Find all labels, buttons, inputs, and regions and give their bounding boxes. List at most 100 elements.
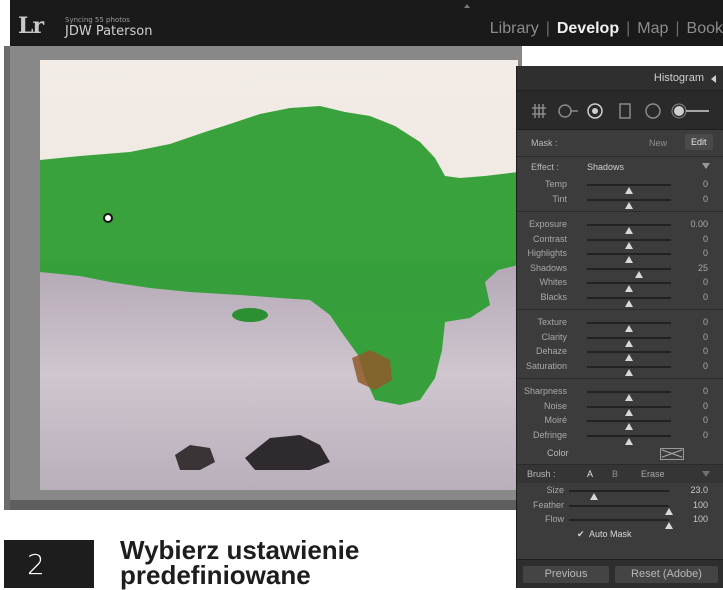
slider-label: Temp	[544, 179, 567, 189]
slider-value[interactable]: 0	[703, 332, 708, 342]
slider-value[interactable]: 0	[703, 317, 708, 327]
slider-row: Tint 0	[517, 192, 723, 209]
photo-preview[interactable]	[40, 60, 518, 490]
color-row: Color	[517, 442, 723, 464]
slider-track[interactable]	[587, 434, 671, 445]
slider-label: Exposure	[528, 219, 567, 229]
step-title: Wybierz ustawienie predefiniowane	[120, 535, 360, 590]
slider-value[interactable]: 100	[693, 500, 708, 510]
slider-value[interactable]: 0	[703, 292, 708, 302]
slider-value[interactable]: 0.00	[690, 219, 708, 229]
slider-track[interactable]	[587, 391, 671, 401]
module-library[interactable]: Library	[490, 20, 539, 38]
module-develop[interactable]: Develop	[557, 20, 619, 38]
crop-overlay-icon[interactable]	[531, 103, 547, 119]
slider-value[interactable]: 0	[703, 194, 708, 204]
slider-value[interactable]: 0	[703, 234, 708, 244]
slider-track[interactable]	[587, 224, 671, 234]
auto-mask-row[interactable]: ✔ Auto Mask	[517, 527, 723, 541]
brush-label: Brush :	[527, 469, 556, 479]
divider	[517, 378, 723, 379]
brush-erase-button[interactable]: Erase	[641, 469, 665, 479]
slider-value[interactable]: 0	[703, 361, 708, 371]
slider-label: Texture	[537, 317, 567, 327]
module-separator: |	[675, 20, 680, 37]
step-number: 2	[27, 548, 45, 581]
checkmark-icon[interactable]: ✔	[577, 529, 585, 540]
color-sliders: Temp 0 Tint 0	[517, 177, 723, 209]
slider-label: Moiré	[544, 415, 567, 425]
slider-track[interactable]	[587, 405, 671, 416]
brush-toggle-icon[interactable]	[702, 471, 710, 477]
slider-track[interactable]	[587, 253, 671, 263]
slider-value[interactable]: 0	[703, 248, 708, 258]
adjustment-brush-icon[interactable]	[671, 103, 711, 119]
slider-track[interactable]	[587, 336, 671, 347]
slider-track[interactable]	[587, 322, 671, 332]
slider-thumb[interactable]	[625, 201, 633, 209]
module-separator: |	[545, 20, 550, 37]
slider-label: Feather	[532, 499, 564, 510]
radial-filter-icon[interactable]	[645, 103, 661, 119]
red-eye-icon[interactable]	[587, 103, 603, 119]
slider-value[interactable]: 25	[698, 263, 708, 273]
histogram-header[interactable]: Histogram	[517, 66, 723, 91]
slider-value[interactable]: 23.0	[690, 485, 708, 495]
mask-row: Mask : New Edit	[517, 130, 723, 157]
reset-button[interactable]: Reset (Adobe)	[615, 566, 718, 583]
slider-track[interactable]	[587, 351, 671, 361]
slider-track[interactable]	[587, 198, 671, 209]
brush-a-button[interactable]: A	[587, 469, 593, 479]
previous-button[interactable]: Previous	[523, 566, 609, 583]
slider-track[interactable]	[587, 296, 671, 307]
slider-value[interactable]: 0	[703, 277, 708, 287]
slider-track[interactable]	[587, 184, 671, 194]
slider-label: Tint	[552, 193, 567, 204]
lightroom-logo: Lr	[18, 13, 44, 39]
slider-row: Contrast 0	[517, 232, 723, 249]
mask-label: Mask :	[531, 138, 558, 148]
slider-row: Saturation 0	[517, 359, 723, 376]
slider-value[interactable]: 0	[703, 401, 708, 411]
module-map[interactable]: Map	[637, 20, 668, 38]
slider-label: Contrast	[532, 233, 567, 244]
slider-track[interactable]	[587, 282, 671, 292]
module-book[interactable]: Book	[687, 20, 723, 38]
slider-row: Moiré 0	[517, 413, 723, 430]
slider-track[interactable]	[587, 238, 671, 249]
slider-track[interactable]	[569, 504, 673, 515]
slider-track[interactable]	[587, 365, 671, 376]
panel-collapse-icon[interactable]	[464, 4, 470, 8]
slider-value[interactable]: 100	[693, 514, 708, 524]
slider-track[interactable]	[587, 420, 671, 430]
module-separator: |	[626, 20, 631, 37]
slider-value[interactable]: 0	[703, 346, 708, 356]
user-name[interactable]: JDW Paterson	[65, 24, 152, 39]
collapse-arrow-icon[interactable]	[711, 75, 716, 83]
effect-panel-toggle-icon[interactable]	[702, 163, 710, 169]
mask-pin-icon	[103, 213, 113, 223]
slider-row: Texture 0	[517, 315, 723, 332]
slider-track[interactable]	[587, 267, 671, 278]
graduated-filter-icon[interactable]	[617, 103, 633, 119]
mask-edit-button[interactable]: Edit	[685, 134, 713, 150]
slider-thumb[interactable]	[625, 368, 633, 376]
slider-value[interactable]: 0	[703, 430, 708, 440]
slider-track[interactable]	[569, 519, 673, 529]
mask-new-button[interactable]: New	[649, 138, 667, 148]
brush-b-button[interactable]: B	[612, 469, 618, 479]
effect-preset-dropdown[interactable]: Shadows	[587, 162, 624, 172]
develop-right-panel: Histogram Mask : New Edit Effect : Shado…	[516, 66, 723, 588]
slider-value[interactable]: 0	[703, 386, 708, 396]
color-swatch[interactable]	[660, 448, 684, 460]
brush-slider-row: Flow 100	[517, 512, 723, 529]
brush-slider-row: Feather 100	[517, 498, 723, 515]
histogram-title: Histogram	[653, 72, 704, 84]
slider-row: Whites 0	[517, 275, 723, 292]
slider-value[interactable]: 0	[703, 415, 708, 425]
spot-removal-icon[interactable]	[557, 103, 579, 119]
slider-track[interactable]	[569, 490, 669, 500]
slider-value[interactable]: 0	[703, 179, 708, 189]
slider-thumb[interactable]	[625, 299, 633, 307]
sync-status: Syncing 55 photos	[65, 16, 130, 24]
